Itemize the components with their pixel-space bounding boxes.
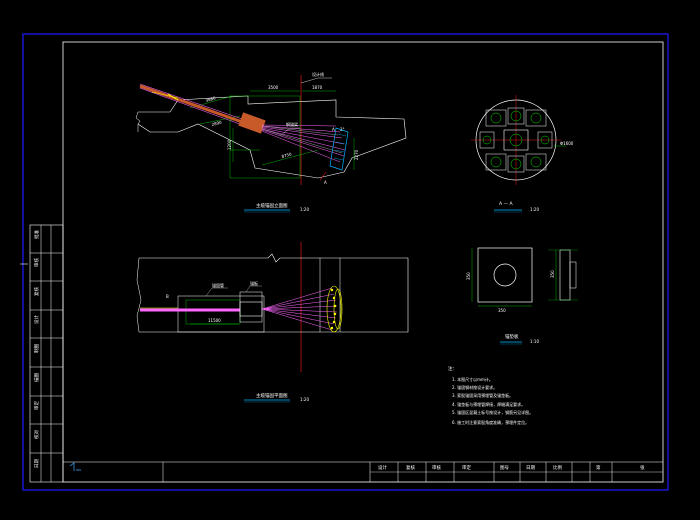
note-item: 1. 本图尺寸以mm计。 <box>452 376 493 382</box>
svg-text:锚固管: 锚固管 <box>212 282 224 288</box>
note-item: 3. 索股锚固采用预埋管及锚垫板。 <box>452 392 513 398</box>
dim-label: 11500 <box>208 318 221 323</box>
plate-front <box>477 247 533 303</box>
plate-title: 锚垫板 <box>505 333 519 340</box>
plan-title: 主缆锚固平面图 <box>256 392 288 399</box>
plan-view: 11500 锚固管 锚板 B 主缆锚固平面图 1:20 <box>136 242 409 403</box>
anchor-plate-view: 350 350 350 锚垫板 1:10 <box>466 247 578 345</box>
title-cell: 比例 <box>553 464 562 471</box>
elevation-title: 主缆锚固立面图 <box>256 202 288 209</box>
dim-label: 3880 <box>205 95 217 103</box>
title-cell: 日期 <box>526 465 535 471</box>
svg-text:锚板: 锚板 <box>250 280 258 286</box>
section-scale: 1:20 <box>530 207 539 212</box>
dim-label: 1870 <box>312 85 323 90</box>
svg-text:B: B <box>166 294 169 299</box>
plate-scale: 1:10 <box>530 339 539 344</box>
title-cell: 第 <box>596 464 601 471</box>
side-strip-label: 批准 <box>33 230 40 239</box>
dim-label: Φ1600 <box>560 141 574 146</box>
svg-text:钢锚梁: 钢锚梁 <box>286 121 298 127</box>
dim-label: 2890 <box>211 120 223 127</box>
side-strip-label: 设计 <box>33 315 40 324</box>
svg-text:A: A <box>332 127 335 132</box>
note-item: 5. 锚固区混凝土标号按设计，钢筋另见详图。 <box>452 409 533 415</box>
dim-label: 3500 <box>268 85 279 90</box>
section-title: A — A <box>499 201 513 207</box>
dim-label: 1200 <box>227 139 232 150</box>
side-strip-label: 日期 <box>34 459 40 468</box>
note-item: 6. 施工时注意索股角度准确，预埋件定位。 <box>452 419 529 425</box>
svg-text:A: A <box>324 180 327 185</box>
plate-side <box>559 249 571 301</box>
plan-scale: 1:20 <box>300 397 309 402</box>
side-strip-label: 制图 <box>33 344 40 353</box>
side-strip-label: 复核 <box>33 287 40 296</box>
side-strip-label: 审核 <box>33 258 40 267</box>
title-cell: 图号 <box>500 465 509 471</box>
anchor-head <box>238 112 266 134</box>
title-cell: 审定 <box>462 464 471 471</box>
note-item: 2. 锚固钢材按设计要求。 <box>452 384 497 390</box>
logo-icon <box>69 462 81 471</box>
title-block: 设计 复核 审核 审定 图号 日期 比例 第 张 <box>63 461 663 482</box>
title-cell: 审核 <box>432 464 441 471</box>
notes: 注： 1. 本图尺寸以mm计。 2. 锚固钢材按设计要求。 3. 索股锚固采用预… <box>448 365 533 425</box>
cad-drawing: 批准 审核 复核 设计 制图 描图 审定 校对 日期 设计 复核 审核 审定 图… <box>20 33 669 491</box>
elevation-scale: 1:20 <box>300 207 309 212</box>
side-strip-label: 校对 <box>33 430 40 439</box>
title-cell: 复核 <box>406 464 415 471</box>
dim-label: 350 <box>550 270 555 278</box>
note-item: 4. 锚垫板与预埋管焊接，焊缝满足要求。 <box>452 401 525 407</box>
title-cell: 张 <box>640 464 645 471</box>
elevation-view: 设计线 3500 1870 3880 2890 1200 2270 8750 2… <box>135 71 407 213</box>
side-strip-label: 描图 <box>33 373 40 382</box>
side-strip-label: 审定 <box>33 401 40 410</box>
section-view: Φ1600 A — A 1:20 <box>471 95 574 213</box>
title-cell: 设计 <box>378 464 387 471</box>
dim-label: 350 <box>498 308 506 313</box>
side-strip: 批准 审核 复核 设计 制图 描图 审定 校对 日期 <box>29 224 64 483</box>
svg-text:设计线: 设计线 <box>312 71 324 77</box>
plan-strands <box>261 287 338 331</box>
dim-label: 350 <box>466 272 471 280</box>
dim-label: 2270 <box>354 149 359 160</box>
main-cable <box>139 83 249 128</box>
anchor-block-outline <box>137 95 407 179</box>
dim-label: 2° <box>340 127 345 132</box>
notes-heading: 注： <box>448 365 457 372</box>
dim-label: 8750 <box>281 151 293 159</box>
